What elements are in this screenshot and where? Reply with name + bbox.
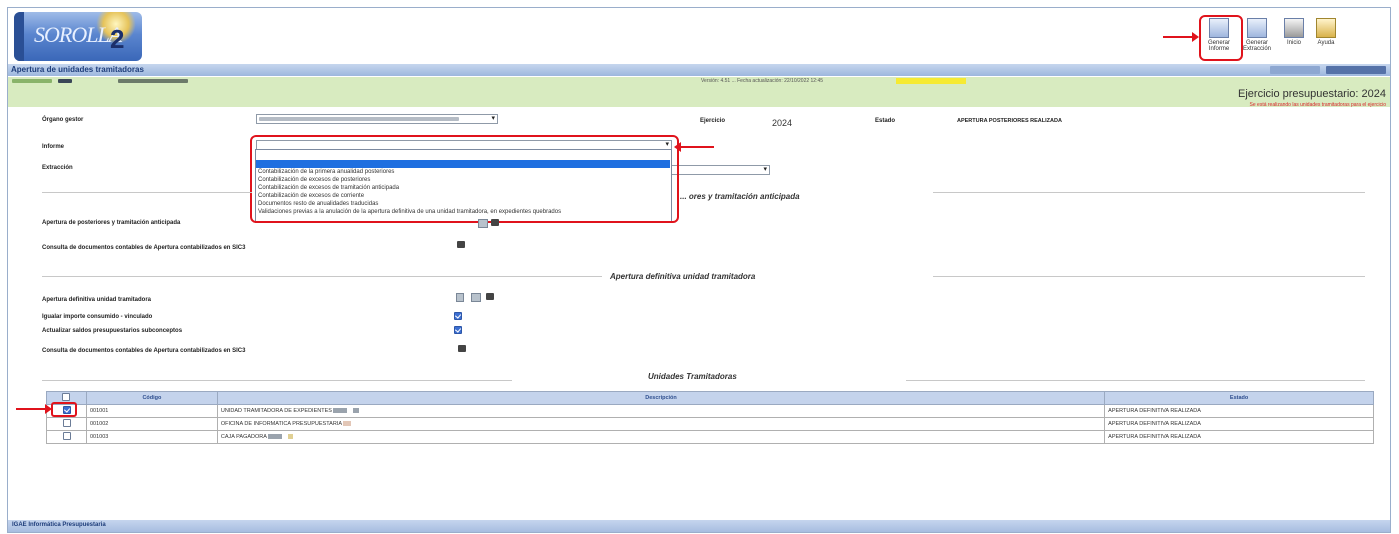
help-icon: [1316, 18, 1336, 38]
estado-label: Estado: [875, 118, 896, 124]
redacted-text: [58, 79, 72, 83]
informe-label: Informe: [42, 144, 65, 150]
extract-icon: [1247, 18, 1267, 38]
annotation-arrow: [1163, 32, 1199, 42]
cell-codigo: 001001: [85, 404, 218, 418]
unidades-table: Código Descripción Estado 001001 UNIDAD …: [46, 391, 1374, 444]
redacted-text: [343, 421, 352, 427]
cell-estado: APERTURA DEFINITIVA REALIZADA: [1104, 404, 1374, 418]
cell-codigo: 001002: [85, 417, 218, 431]
home-icon: [1284, 18, 1304, 38]
divider: [42, 192, 252, 193]
actualizar-saldos-label: Actualizar saldos presupuestarios subcon…: [42, 328, 183, 334]
annotation-arrow: [16, 404, 52, 414]
redacted-text: [352, 408, 359, 414]
chevron-down-icon: ▾: [763, 166, 767, 173]
highlight-box-row-checkbox: [51, 402, 77, 417]
column-header-descripcion[interactable]: Descripción: [216, 391, 1106, 405]
info-bar: Versión: 4.51 ... Fecha actualización: 2…: [8, 77, 1390, 107]
section-title-posteriores: ... ores y tramitación anticipada: [680, 192, 800, 201]
report-icon[interactable]: [471, 293, 481, 302]
footer-text: IGAE Informática Presupuestaria: [12, 522, 106, 528]
user-info-redacted: [1270, 66, 1320, 74]
divider: [42, 380, 512, 381]
inicio-button[interactable]: Inicio: [1278, 18, 1310, 46]
print-icon[interactable]: [486, 293, 494, 300]
estado-value: APERTURA POSTERIORES REALIZADA: [957, 118, 1062, 124]
report-icon: [1209, 18, 1229, 38]
ejercicio-value: 2024: [772, 118, 793, 128]
redacted-text: [12, 79, 52, 83]
redacted-text: [287, 434, 293, 440]
section-title-definitiva: Apertura definitiva unidad tramitadora: [610, 272, 756, 281]
cell-codigo: 001003: [85, 430, 218, 444]
cell-descripcion: OFICINA DE INFORMATICA PRESUPUESTARIA: [216, 417, 1106, 431]
sorolla-logo: SOROLLA 2: [14, 12, 142, 61]
igualar-importe-checkbox[interactable]: [454, 312, 462, 320]
redacted-text: [118, 79, 188, 83]
row-checkbox[interactable]: [63, 432, 72, 440]
cell-descripcion: UNIDAD TRAMITADORA DE EXPEDIENTES: [216, 404, 1106, 418]
ejercicio-presupuestario: Ejercicio presupuestario: 2024: [1238, 88, 1386, 100]
user-info-redacted: [1326, 66, 1386, 74]
cell-estado: APERTURA DEFINITIVA REALIZADA: [1104, 417, 1374, 431]
footer-bar: IGAE Informática Presupuestaria: [8, 520, 1390, 532]
column-header-estado[interactable]: Estado: [1104, 391, 1374, 405]
cell-descripcion: CAJA PAGADORA: [216, 430, 1106, 444]
version-line: Versión: 4.51 ... Fecha actualización: 2…: [701, 78, 824, 84]
consulta-docs-label: Consulta de documentos contables de Aper…: [42, 245, 246, 251]
consulta-docs2-label: Consulta de documentos contables de Aper…: [42, 348, 246, 354]
section-title-unidades: Unidades Tramitadoras: [648, 372, 737, 381]
ayuda-button[interactable]: Ayuda: [1310, 18, 1342, 46]
divider: [42, 276, 602, 277]
highlight-redacted: [896, 78, 966, 84]
aviso-text: Se está realizando las unidades tramitad…: [1249, 102, 1386, 108]
table-header-row: Código Descripción Estado: [46, 391, 1374, 405]
table-row[interactable]: 001001 UNIDAD TRAMITADORA DE EXPEDIENTES…: [46, 404, 1374, 418]
redacted-text: [268, 434, 283, 440]
divider: [933, 276, 1365, 277]
ejercicio-label: Ejercicio: [700, 118, 726, 124]
divider: [933, 192, 1365, 193]
actualizar-saldos-checkbox[interactable]: [454, 326, 462, 334]
page-title: Apertura de unidades tramitadoras: [11, 65, 144, 74]
row-checkbox[interactable]: [63, 419, 72, 427]
title-bar: Apertura de unidades tramitadoras: [8, 64, 1390, 76]
extraccion-select[interactable]: ▾: [670, 165, 770, 175]
generar-extraccion-button[interactable]: Generar Extracción: [1241, 18, 1273, 52]
search-docs-icon[interactable]: [458, 345, 466, 352]
table-row[interactable]: 001003 CAJA PAGADORA APERTURA DEFINITIVA…: [46, 430, 1374, 444]
generar-informe-button[interactable]: Generar Informe: [1203, 18, 1235, 52]
igualar-importe-label: Igualar importe consumido - vinculado: [42, 314, 153, 320]
cell-estado: APERTURA DEFINITIVA REALIZADA: [1104, 430, 1374, 444]
apertura-definitiva-label: Apertura definitiva unidad tramitadora: [42, 297, 152, 303]
divider: [906, 380, 1365, 381]
highlight-box-dropdown: [250, 135, 679, 223]
document-icon[interactable]: [478, 219, 488, 228]
redacted-value: [259, 117, 459, 121]
apertura-posteriores-label: Apertura de posteriores y tramitación an…: [42, 220, 181, 226]
document-icon[interactable]: [456, 293, 464, 302]
app-window: SOROLLA 2 Generar Informe Generar Extrac…: [7, 7, 1391, 533]
organo-gestor-label: Órgano gestor: [42, 117, 84, 123]
column-header-codigo[interactable]: Código: [85, 391, 218, 405]
select-all-checkbox[interactable]: [62, 393, 71, 401]
chevron-down-icon: ▾: [491, 115, 495, 122]
extraccion-label: Extracción: [42, 165, 73, 171]
organo-gestor-select[interactable]: ▾: [256, 114, 498, 124]
print-icon[interactable]: [491, 219, 499, 226]
table-row[interactable]: 001002 OFICINA DE INFORMATICA PRESUPUEST…: [46, 417, 1374, 431]
redacted-text: [333, 408, 348, 414]
search-docs-icon[interactable]: [457, 241, 465, 248]
annotation-arrow: [674, 142, 714, 152]
